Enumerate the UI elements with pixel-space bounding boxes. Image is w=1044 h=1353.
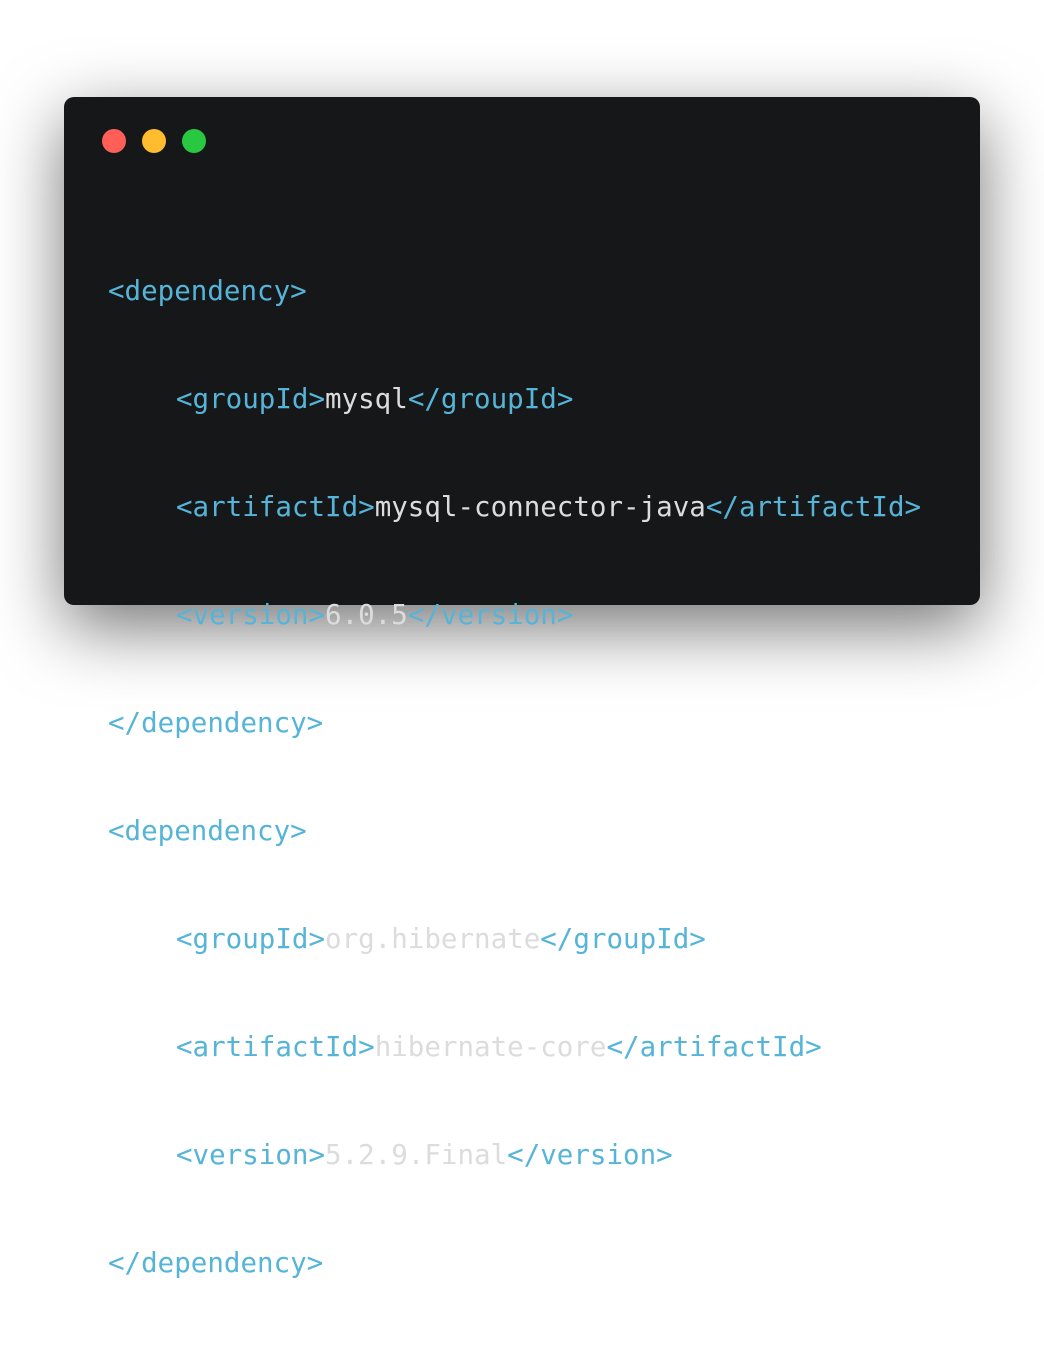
xml-value: mysql — [325, 383, 408, 415]
code-line: <version>6.0.5</version> — [108, 597, 921, 633]
xml-close-tag: </groupId> — [540, 923, 706, 955]
xml-value: 6.0.5 — [325, 599, 408, 631]
minimize-dot-icon[interactable] — [142, 129, 166, 153]
xml-open-tag: <version> — [176, 1139, 326, 1171]
code-line: </dependency> — [108, 1245, 921, 1281]
xml-open-tag: <version> — [176, 599, 326, 631]
xml-close-tag: </groupId> — [407, 383, 574, 415]
code-line: <dependency> — [108, 813, 921, 849]
xml-close-tag: </dependency> — [108, 1247, 324, 1279]
xml-value: mysql-connector-java — [374, 491, 706, 523]
code-line: </dependency> — [108, 705, 921, 741]
xml-close-tag: </artifactId> — [606, 1031, 822, 1063]
code-window: <dependency> <groupId>mysql</groupId> <a… — [64, 97, 980, 1279]
xml-value: org.hibernate — [325, 923, 541, 955]
close-dot-icon[interactable] — [102, 129, 126, 153]
xml-open-tag: <groupId> — [176, 383, 326, 415]
xml-open-tag: <dependency> — [108, 275, 307, 307]
window-controls — [102, 129, 206, 153]
xml-open-tag: <groupId> — [176, 923, 326, 955]
xml-close-tag: </version> — [507, 1139, 673, 1171]
xml-open-tag: <artifactId> — [176, 491, 375, 523]
xml-value: hibernate-core — [374, 1031, 607, 1063]
code-line: <version>5.2.9.Final</version> — [108, 1137, 921, 1173]
code-line: <artifactId>hibernate-core</artifactId> — [108, 1029, 921, 1065]
xml-value: 5.2.9.Final — [325, 1139, 508, 1171]
xml-close-tag: </artifactId> — [705, 491, 922, 523]
code-line: <dependency> — [108, 273, 921, 309]
code-line: <artifactId>mysql-connector-java</artifa… — [108, 489, 921, 525]
xml-open-tag: <artifactId> — [176, 1031, 375, 1063]
code-line: <groupId>mysql</groupId> — [108, 381, 921, 417]
code-block: <dependency> <groupId>mysql</groupId> <a… — [108, 201, 921, 1353]
xml-open-tag: <dependency> — [108, 815, 307, 847]
code-line: <groupId>org.hibernate</groupId> — [108, 921, 921, 957]
xml-close-tag: </version> — [407, 599, 574, 631]
zoom-dot-icon[interactable] — [182, 129, 206, 153]
xml-close-tag: </dependency> — [108, 707, 324, 739]
